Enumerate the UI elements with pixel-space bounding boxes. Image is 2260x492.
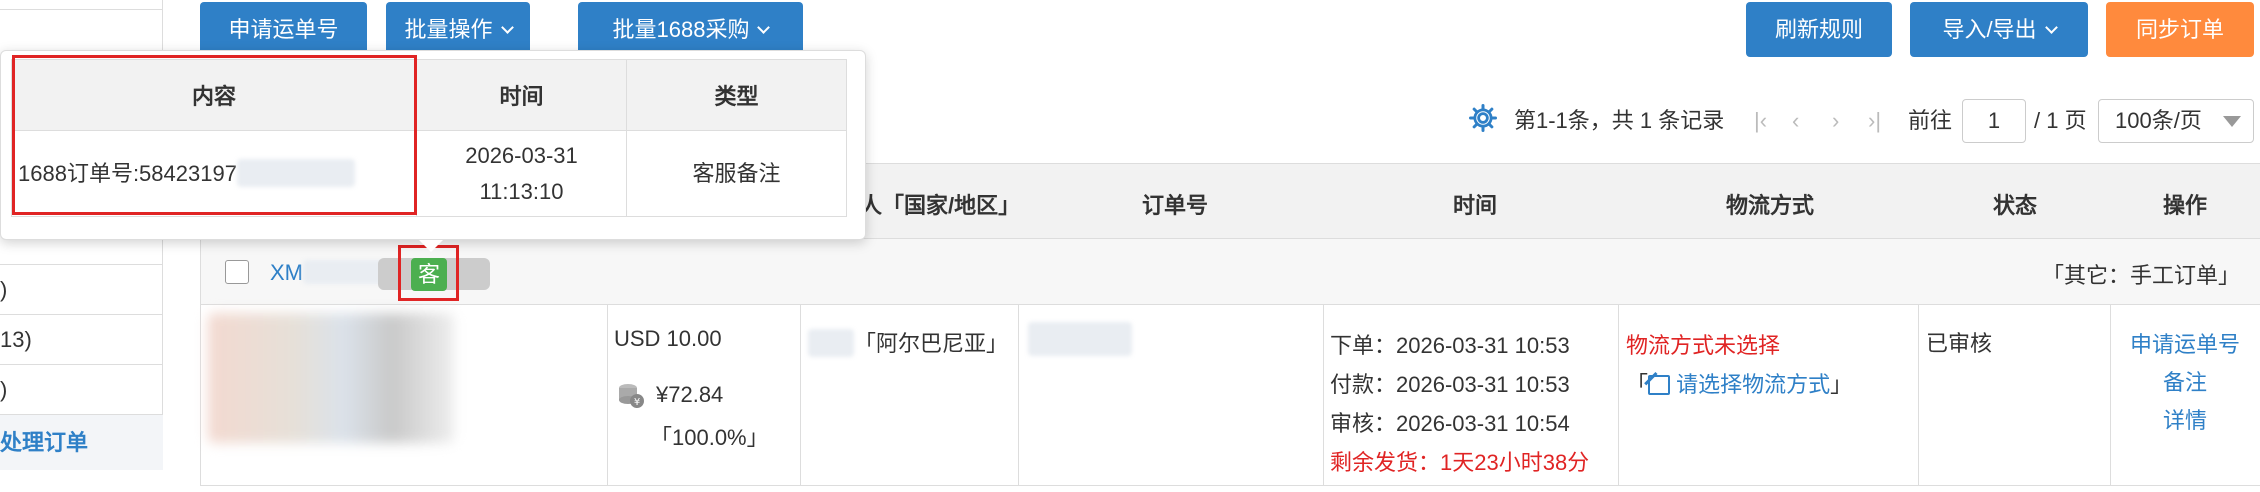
- sidebar-item[interactable]: ): [0, 365, 163, 415]
- product-image[interactable]: [208, 313, 454, 443]
- edit-icon: [1644, 371, 1671, 395]
- note-type: 客服备注: [626, 130, 847, 217]
- order-amount: USD 10.00: [614, 326, 722, 351]
- country-name: 「阿尔巴尼亚」: [854, 331, 1009, 356]
- page-size-value: 100条/页: [2115, 108, 2202, 133]
- table-border: [1018, 305, 1019, 486]
- pagination-summary: 第1-1条，共 1 条记录: [1514, 108, 1725, 133]
- actions-cell: 申请运单号 备注 详情: [2110, 326, 2260, 440]
- sidebar-item-label: ): [0, 377, 8, 402]
- cost-coins-icon: ¥: [616, 380, 646, 410]
- header-logistics: 物流方式: [1725, 193, 1814, 218]
- header-time: 时间: [1452, 193, 1497, 218]
- process-orders-link-text: 处理订单: [0, 430, 89, 455]
- header-country: 人「国家/地区」: [860, 193, 1021, 218]
- refresh-rules-button[interactable]: 刷新规则: [1746, 2, 1892, 57]
- pagination-first-icon[interactable]: |‹: [1754, 106, 1767, 136]
- cost-value: ¥72.84: [656, 382, 724, 407]
- header-status: 状态: [1992, 193, 2037, 218]
- caret-down-icon: [2223, 116, 2241, 127]
- order-number-redacted: [1028, 322, 1132, 356]
- cost-ratio: 「100.0%」: [650, 425, 769, 450]
- chevron-down-icon: [500, 21, 514, 34]
- sidebar-process-link[interactable]: 处理订单: [0, 415, 163, 470]
- highlight-box-badge: [398, 245, 459, 301]
- svg-text:¥: ¥: [634, 397, 640, 408]
- logistics-cell: 物流方式未选择 「 请选择物流方式」: [1626, 326, 1852, 404]
- header-actions: 操作: [2162, 193, 2207, 218]
- time-paid: 付款：2026-03-31 10:53: [1330, 372, 1570, 397]
- order-checkbox[interactable]: [225, 260, 249, 284]
- country-cell: 「阿尔巴尼亚」: [808, 326, 1008, 358]
- batch-operations-button[interactable]: 批量操作: [386, 2, 530, 57]
- country-code-redacted: [808, 329, 854, 357]
- table-border: [1618, 305, 1619, 486]
- time-ordered: 下单：2026-03-31 10:53: [1330, 333, 1570, 358]
- import-export-label: 导入/导出: [1942, 17, 2037, 42]
- order-group-row: [200, 239, 2260, 304]
- batch-1688-label: 批量1688采购: [612, 17, 750, 42]
- sync-orders-button[interactable]: 同步订单: [2106, 2, 2254, 57]
- order-id-prefix: XM: [270, 260, 303, 285]
- import-export-button[interactable]: 导入/导出: [1910, 2, 2088, 57]
- apply-waybill-label: 申请运单号: [228, 17, 339, 42]
- status-value: 已审核: [1926, 331, 1993, 356]
- action-detail[interactable]: 详情: [2110, 402, 2260, 440]
- apply-waybill-button[interactable]: 申请运单号: [200, 2, 367, 57]
- time-remaining: 剩余发货：1天23小时38分: [1330, 450, 1590, 475]
- notes-header-type: 类型: [626, 59, 847, 131]
- pagination-prev-icon[interactable]: ‹: [1792, 106, 1799, 136]
- order-number-cell[interactable]: [1028, 322, 1132, 362]
- table-border: [1323, 305, 1324, 486]
- action-apply-waybill[interactable]: 申请运单号: [2110, 326, 2260, 364]
- logistics-unselected: 物流方式未选择: [1626, 333, 1781, 358]
- popover-arrow: [419, 240, 443, 252]
- total-pages: / 1 页: [2034, 108, 2087, 133]
- notes-header-time: 时间: [416, 59, 627, 131]
- sidebar-item[interactable]: 13): [0, 315, 163, 365]
- header-order-no: 订单号: [1141, 193, 1208, 218]
- choose-logistics-link[interactable]: 「 请选择物流方式」: [1626, 365, 1852, 404]
- table-border: [800, 305, 801, 486]
- pagination-last-icon[interactable]: ›|: [1868, 106, 1881, 136]
- goto-label: 前往: [1908, 108, 1953, 133]
- time-audited: 审核：2026-03-31 10:54: [1330, 411, 1570, 436]
- refresh-rules-label: 刷新规则: [1774, 17, 1863, 42]
- settings-gear-icon[interactable]: [1468, 103, 1504, 139]
- table-border: [200, 485, 2260, 486]
- batch-operations-label: 批量操作: [404, 17, 493, 42]
- chevron-down-icon: [757, 21, 771, 34]
- sidebar-item-label: 13): [0, 327, 32, 352]
- sidebar-item-label: ): [0, 277, 8, 302]
- table-border: [1918, 305, 1919, 486]
- time-cell: 下单：2026-03-31 10:53 付款：2026-03-31 10:53 …: [1330, 326, 1589, 482]
- table-border: [200, 304, 2260, 305]
- batch-1688-purchase-button[interactable]: 批量1688采购: [578, 2, 803, 57]
- chevron-down-icon: [2044, 21, 2058, 34]
- highlight-box-content: [12, 55, 417, 215]
- sidebar-row: [0, 0, 163, 10]
- note-time: 2026-03-31 11:13:10: [416, 130, 627, 217]
- page-size-select[interactable]: 100条/页: [2098, 99, 2254, 143]
- pagination-next-icon[interactable]: ›: [1832, 106, 1839, 136]
- action-note[interactable]: 备注: [2110, 364, 2260, 402]
- sync-orders-label: 同步订单: [2135, 17, 2224, 42]
- order-id-link[interactable]: XM: [270, 260, 393, 286]
- choose-logistics-text: 请选择物流方式: [1676, 372, 1831, 397]
- table-border: [607, 305, 608, 486]
- page-number-input[interactable]: 1: [1962, 99, 2026, 143]
- order-source-tag: 「其它：手工订单」: [2041, 263, 2240, 288]
- sidebar-item[interactable]: ): [0, 265, 163, 315]
